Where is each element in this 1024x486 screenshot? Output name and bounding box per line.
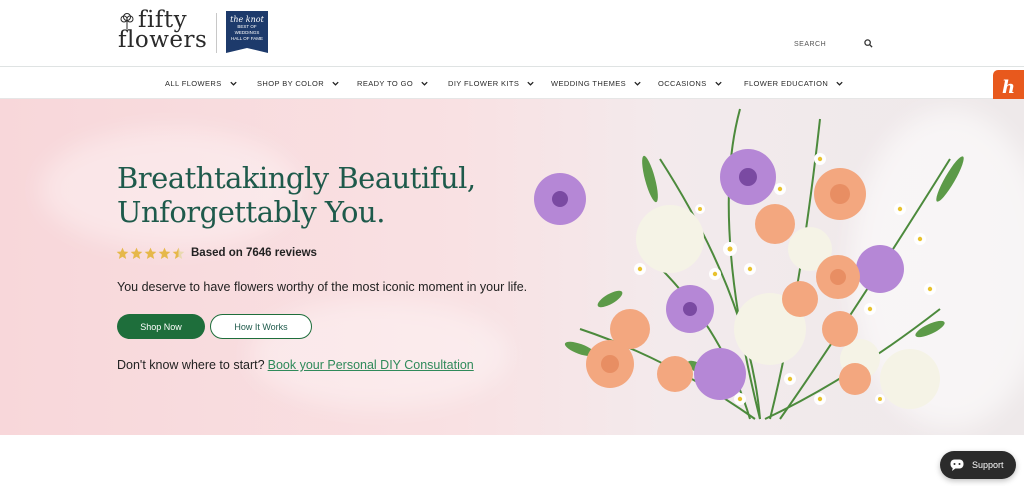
nav-item-flower-education[interactable]: FLOWER EDUCATION [744,67,844,99]
hero-banner: Breathtakingly Beautiful, Unforgettably … [0,99,1024,435]
rating-stars [116,247,185,260]
hero-subtext: You deserve to have flowers worthy of th… [117,280,528,294]
review-count[interactable]: Based on 7646 reviews [191,247,317,259]
chevron-down-icon [836,81,843,86]
hero-title-line2: Unforgettably You. [117,195,385,229]
nav-label: ALL FLOWERS [165,78,222,88]
badge-brand: the knot [230,15,264,24]
chat-icon [950,459,964,471]
star-half-icon [172,247,185,260]
nav-label: SHOP BY COLOR [257,78,325,88]
hero-title: Breathtakingly Beautiful, Unforgettably … [117,161,476,229]
nav-item-diy-flower-kits[interactable]: DIY FLOWER KITS [448,67,535,99]
nav-item-ready-to-go[interactable]: READY TO GO [357,67,429,99]
star-icon [158,247,171,260]
nav-item-shop-by-color[interactable]: SHOP BY COLOR [257,67,340,99]
search-icon[interactable] [864,39,873,48]
nav-item-all-flowers[interactable]: ALL FLOWERS [165,67,238,99]
consultation-prompt: Don't know where to start? Book your Pers… [117,358,474,372]
logo-divider [216,13,217,53]
search-input[interactable] [786,36,858,52]
badge-line1: BEST OF [237,24,257,29]
book-consultation-link[interactable]: Book your Personal DIY Consultation [268,358,474,372]
chevron-down-icon [714,81,722,86]
hero-title-line1: Breathtakingly Beautiful, [117,161,476,195]
the-knot-badge: the knot BEST OF WEDDINGS HALL OF FAME [226,11,268,53]
nav-label: READY TO GO [357,78,414,88]
nav-label: WEDDING THEMES [551,78,627,88]
nav-item-wedding-themes[interactable]: WEDDING THEMES [551,67,642,99]
chevron-down-icon [229,81,237,86]
consultation-prompt-text: Don't know where to start? [117,358,265,372]
site-header: fifty flowers the knot BEST OF WEDDINGS … [0,0,1024,67]
support-chat-button[interactable]: Support [940,451,1016,479]
nav-label: DIY FLOWER KITS [448,78,520,88]
chevron-down-icon [421,81,428,86]
logo-word-flowers: flowers [118,27,208,53]
chevron-down-icon [634,81,641,86]
chevron-down-icon [332,81,339,86]
shop-now-button[interactable]: Shop Now [117,314,205,339]
honey-icon: h [1001,76,1016,98]
support-label: Support [972,460,1004,470]
how-it-works-button[interactable]: How It Works [210,314,312,339]
chevron-down-icon [527,81,534,86]
main-nav: ALL FLOWERS SHOP BY COLOR READY TO GO DI… [0,67,1024,99]
badge-line2: WEDDINGS [234,29,260,35]
star-icon [130,247,143,260]
star-icon [144,247,157,260]
bouquet-image [534,108,964,420]
search-bar [786,36,876,52]
badge-line3: HALL OF FAME [230,36,264,41]
nav-label: OCCASIONS [658,78,707,88]
star-icon [116,247,129,260]
fifty-flowers-logo[interactable]: fifty flowers [116,9,212,54]
nav-item-occasions[interactable]: OCCASIONS [658,67,723,99]
nav-label: FLOWER EDUCATION [744,78,829,88]
